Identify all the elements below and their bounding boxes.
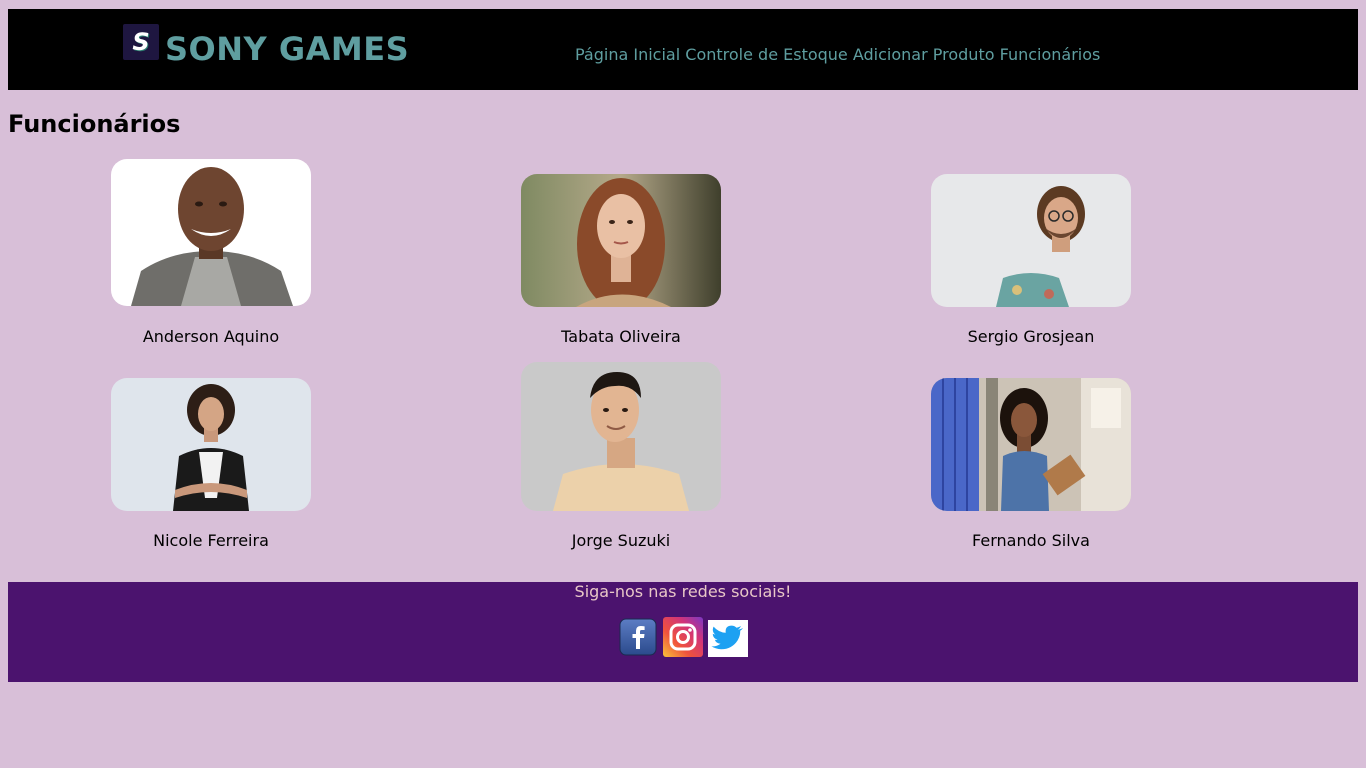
employee-card: Fernando Silva <box>931 378 1131 550</box>
employee-photo <box>931 174 1131 307</box>
site-header: S SONY GAMES Página Inicial Controle de … <box>8 9 1358 90</box>
employee-photo <box>521 362 721 511</box>
employee-name: Tabata Oliveira <box>561 327 681 346</box>
brand-title[interactable]: SONY GAMES <box>165 29 409 69</box>
page-title: Funcionários <box>8 110 181 138</box>
employee-name: Nicole Ferreira <box>153 531 269 550</box>
employee-name: Anderson Aquino <box>142 327 280 346</box>
employee-photo <box>521 174 721 307</box>
employee-photo <box>111 159 311 306</box>
employee-photo <box>111 378 311 511</box>
nav-link-stock-control[interactable]: Controle de Estoque <box>685 45 848 64</box>
employee-card: Nicole Ferreira <box>111 378 311 550</box>
site-footer: Siga-nos nas redes sociais! <box>8 582 1358 682</box>
instagram-icon[interactable] <box>663 617 703 657</box>
page: S SONY GAMES Página Inicial Controle de … <box>0 0 1366 768</box>
facebook-icon[interactable] <box>619 618 657 656</box>
main-nav: Página Inicial Controle de Estoque Adici… <box>575 45 1100 64</box>
nav-link-employees[interactable]: Funcionários <box>1000 45 1101 64</box>
employee-name: Fernando Silva <box>972 531 1090 550</box>
employee-photo <box>931 378 1131 511</box>
logo-icon[interactable]: S <box>123 24 159 60</box>
employee-card: Tabata Oliveira <box>521 174 721 346</box>
nav-link-add-product[interactable]: Adicionar Produto <box>853 45 995 64</box>
employee-card: Sergio Grosjean <box>931 174 1131 346</box>
twitter-icon[interactable] <box>708 620 748 657</box>
logo-letter: S <box>132 28 150 56</box>
employee-card: Anderson Aquino <box>111 159 311 346</box>
employee-name: Jorge Suzuki <box>571 531 671 550</box>
employee-card: Jorge Suzuki <box>521 362 721 550</box>
nav-link-home[interactable]: Página Inicial <box>575 45 680 64</box>
footer-social-text: Siga-nos nas redes sociais! <box>574 582 792 601</box>
employee-name: Sergio Grosjean <box>967 327 1095 346</box>
